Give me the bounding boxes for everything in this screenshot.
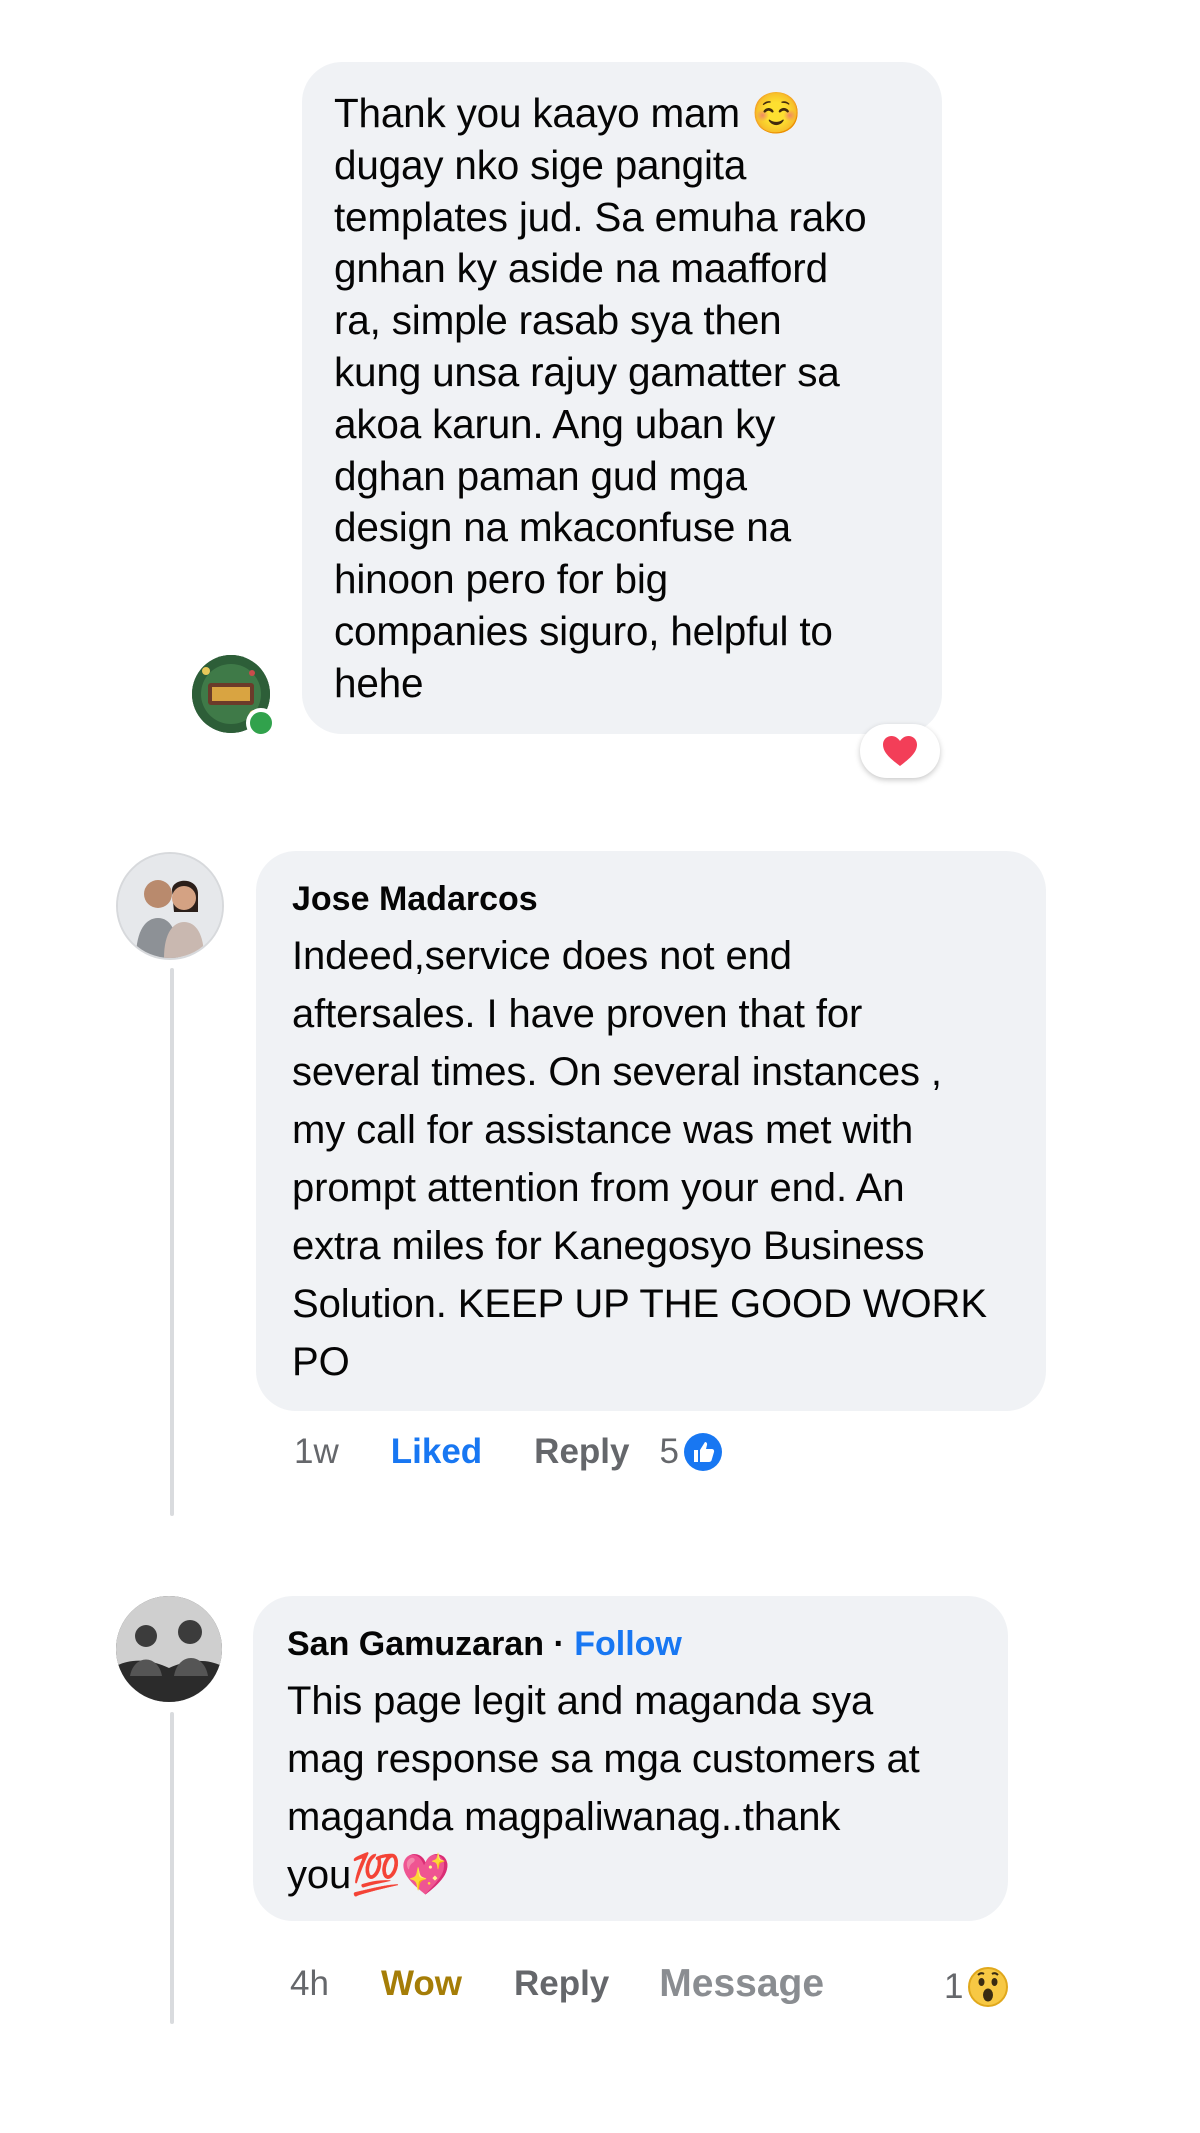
avatar-image <box>118 854 222 958</box>
comment-text: Indeed,service does not end aftersales. … <box>292 934 987 1384</box>
wow-reaction-button[interactable]: Wow <box>381 1964 462 2004</box>
comment-timestamp[interactable]: 4h <box>290 1964 329 2004</box>
reaction-summary[interactable]: 1 <box>944 1966 1009 2008</box>
comment-actions: 1w Liked Reply 5 <box>294 1432 723 1472</box>
reply-bubble: Thank you kaayo mam ☺️ dugay nko sige pa… <box>302 62 942 734</box>
reaction-count[interactable]: 1 <box>944 1967 963 2007</box>
jose-avatar[interactable] <box>116 852 224 960</box>
comment-text: This page legit and maganda sya mag resp… <box>287 1679 920 1897</box>
follow-button[interactable]: Follow <box>574 1625 682 1663</box>
reaction-count[interactable]: 5 <box>659 1432 678 1472</box>
heart-reaction-badge[interactable] <box>860 724 940 778</box>
reply-button[interactable]: Reply <box>514 1964 609 2004</box>
thread-line <box>170 1712 174 2024</box>
comment-bubble: San Gamuzaran · Follow This page legit a… <box>253 1596 1008 1921</box>
reply-button[interactable]: Reply <box>534 1432 629 1472</box>
message-button[interactable]: Message <box>659 1962 824 2006</box>
comment-author-name[interactable]: Jose Madarcos <box>292 877 1016 921</box>
online-status-dot <box>246 708 276 738</box>
comment-author-name[interactable]: San Gamuzaran <box>287 1625 544 1663</box>
like-reaction-icon[interactable] <box>683 1432 723 1472</box>
thread-line <box>170 968 174 1516</box>
separator-dot: · <box>553 1625 565 1663</box>
comment-bubble: Jose Madarcos Indeed,service does not en… <box>256 851 1046 1411</box>
san-avatar[interactable] <box>116 1596 222 1702</box>
comment-actions: 4h Wow Reply Message <box>290 1962 824 2006</box>
reply-text: Thank you kaayo mam ☺️ dugay nko sige pa… <box>334 90 867 706</box>
comment-header: San Gamuzaran · Follow <box>287 1622 978 1666</box>
like-button[interactable]: Liked <box>391 1432 482 1472</box>
wow-reaction-icon[interactable] <box>967 1966 1009 2008</box>
comment-timestamp[interactable]: 1w <box>294 1432 339 1472</box>
avatar-image <box>116 1596 222 1702</box>
heart-reaction-icon <box>883 736 917 766</box>
